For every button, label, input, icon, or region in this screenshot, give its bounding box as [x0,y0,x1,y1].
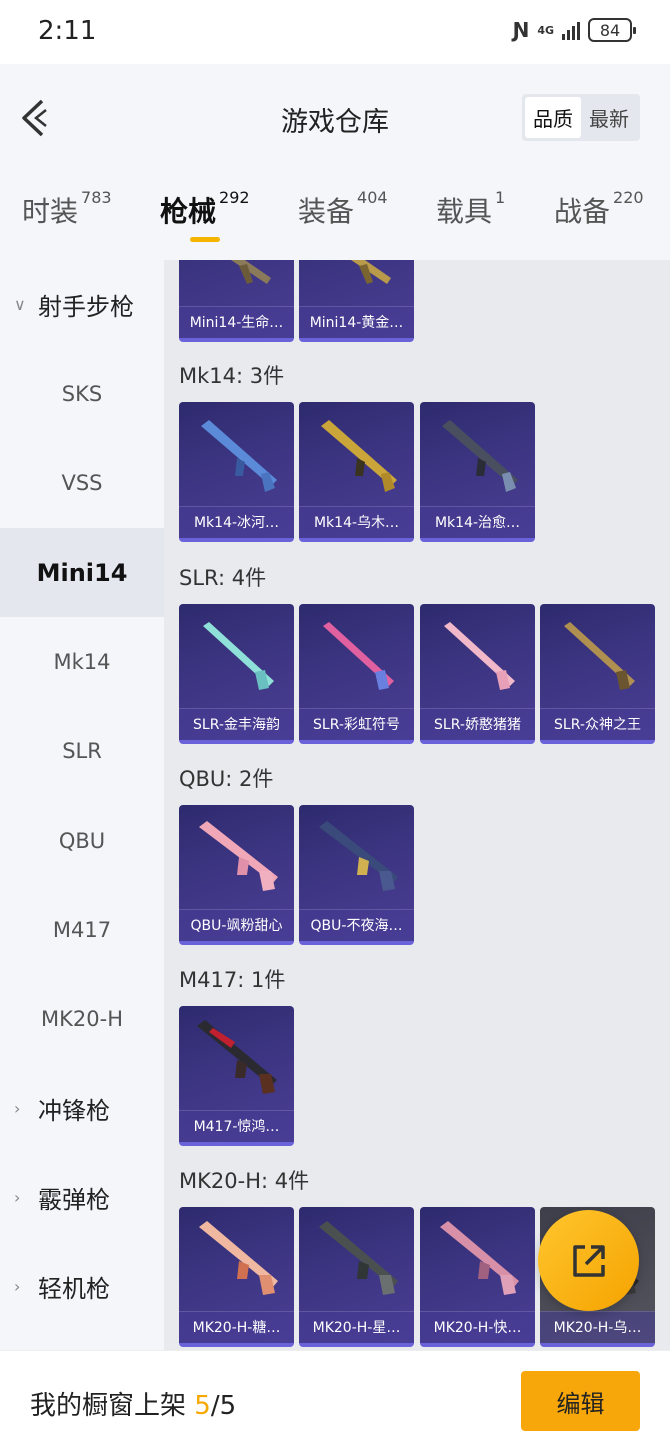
item-name: MK20-H-星… [299,1311,414,1343]
item-name: Mk14-治愈… [420,506,535,538]
item-grid: Mini14-生命… Mini14-黄金… Mk14: 3件 Mk14-冰河… … [164,260,670,1350]
nfc-icon: Ɲ [512,18,530,42]
section-title-qbu: QBU: 2件 [179,767,274,791]
gun-skin-image [231,260,271,284]
item-card[interactable]: SLR-娇憨猪猪 [420,604,535,744]
network-label: 4G [537,23,554,37]
item-card[interactable]: MK20-H-星… [299,1207,414,1347]
item-card[interactable]: Mini14-生命… [179,260,294,342]
item-name: MK20-H-糖… [179,1311,294,1343]
sidebar-item-mk20h[interactable]: MK20-H [0,974,164,1063]
header: 游戏仓库 品质 最新 [0,64,670,170]
item-card[interactable]: Mk14-乌木… [299,402,414,542]
gun-skin-image [321,420,397,492]
sidebar-item-mini14[interactable]: Mini14 [0,528,164,617]
item-card[interactable]: QBU-飒粉甜心 [179,805,294,945]
showcase-count: 我的橱窗上架 5/5 [30,1391,237,1421]
chevron-right-icon: › [14,1277,21,1296]
gun-skin-image [319,821,398,891]
status-time: 2:11 [38,16,97,46]
item-name: MK20-H-乌… [540,1311,655,1343]
item-card[interactable]: MK20-H-糖… [179,1207,294,1347]
sidebar-group-lmg[interactable]: › 轻机枪 [0,1242,164,1331]
sort-quality-button[interactable]: 品质 [525,97,581,138]
gun-skin-image [319,1221,398,1295]
tab-fashion[interactable]: 时装 783 [22,188,112,230]
sidebar-item-sks[interactable]: SKS [0,349,164,438]
gun-skin-image [197,1020,277,1094]
item-name: QBU-不夜海… [299,909,414,941]
share-external-icon [572,1244,605,1277]
item-name: SLR-娇憨猪猪 [420,708,535,740]
sidebar-group-smg[interactable]: › 冲锋枪 [0,1064,164,1153]
section-title-mk20h: MK20-H: 4件 [179,1169,310,1193]
section-title-m417: M417: 1件 [179,968,286,992]
item-card[interactable]: SLR-彩虹符号 [299,604,414,744]
section-title-mk14: Mk14: 3件 [179,364,285,388]
item-card[interactable]: SLR-金丰海韵 [179,604,294,744]
gun-skin-image [323,622,394,690]
sidebar-group-marksman[interactable]: ∨ 射手步枪 [0,260,164,349]
item-card[interactable]: QBU-不夜海… [299,805,414,945]
item-card[interactable]: M417-惊鸿… [179,1006,294,1146]
share-fab-button[interactable] [538,1210,639,1311]
bottom-bar: 我的橱窗上架 5/5 编辑 [0,1350,670,1452]
category-tabs: 时装 783 枪械 292 装备 404 载具 1 战备 220 [0,170,670,260]
sidebar-item-mk14[interactable]: Mk14 [0,617,164,706]
item-name: Mini14-黄金… [299,306,414,338]
gun-skin-image [564,622,635,690]
item-card[interactable]: Mk14-治愈… [420,402,535,542]
gun-skin-image [201,420,277,492]
sidebar-item-vss[interactable]: VSS [0,438,164,527]
item-name: SLR-金丰海韵 [179,708,294,740]
tab-vehicles[interactable]: 载具 1 [436,188,505,230]
signal-icon [562,20,580,40]
item-name: Mini14-生命… [179,306,294,338]
item-name: QBU-飒粉甜心 [179,909,294,941]
status-icons: Ɲ 4G 84 [512,18,636,42]
section-title-slr: SLR: 4件 [179,566,267,590]
sidebar-item-m417[interactable]: M417 [0,885,164,974]
gun-skin-image [203,622,274,690]
chevron-right-icon: › [14,1188,21,1207]
gun-skin-image [440,1221,519,1295]
chevron-right-icon: › [14,1099,21,1118]
battery-icon: 84 [588,18,636,42]
tab-guns[interactable]: 枪械 292 [160,188,250,230]
sidebar-group-shotgun[interactable]: › 霰弹枪 [0,1153,164,1242]
sort-toggle: 品质 最新 [522,94,640,141]
item-card[interactable]: MK20-H-快… [420,1207,535,1347]
item-name: SLR-彩虹符号 [299,708,414,740]
item-name: M417-惊鸿… [179,1110,294,1142]
item-name: SLR-众神之王 [540,708,655,740]
status-bar: 2:11 Ɲ 4G 84 [0,0,670,64]
sidebar-item-slr[interactable]: SLR [0,706,164,795]
item-name: Mk14-冰河… [179,506,294,538]
tab-supplies[interactable]: 战备 220 [554,188,644,230]
item-card[interactable]: Mini14-黄金… [299,260,414,342]
gun-skin-image [444,622,515,690]
gun-skin-image [351,260,391,284]
gun-skin-image [199,821,278,891]
sort-newest-button[interactable]: 最新 [581,97,637,138]
item-card[interactable]: SLR-众神之王 [540,604,655,744]
tab-indicator [190,237,220,242]
item-name: MK20-H-快… [420,1311,535,1343]
gun-skin-image [199,1221,278,1295]
item-card[interactable]: Mk14-冰河… [179,402,294,542]
battery-level: 84 [599,20,621,40]
sidebar: ∨ 射手步枪 SKS VSS Mini14 Mk14 SLR QBU M417 M… [0,260,164,1350]
gun-skin-image [442,420,518,492]
sidebar-item-qbu[interactable]: QBU [0,796,164,885]
tab-equipment[interactable]: 装备 404 [298,188,388,230]
item-name: Mk14-乌木… [299,506,414,538]
edit-button[interactable]: 编辑 [521,1371,640,1431]
chevron-down-icon: ∨ [14,295,26,314]
